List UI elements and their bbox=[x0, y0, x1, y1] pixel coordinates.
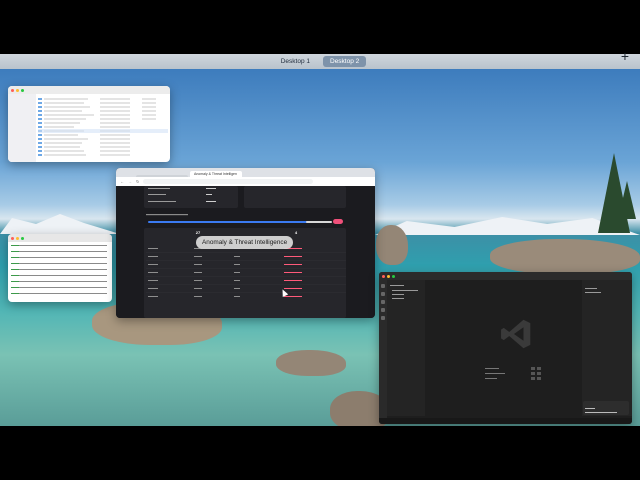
threshold-slider[interactable] bbox=[148, 221, 328, 223]
finder-sidebar bbox=[8, 94, 36, 162]
window-title-tooltip: Anomaly & Threat Intelligence bbox=[196, 236, 294, 249]
pine-tree-small bbox=[618, 181, 636, 219]
rock-center bbox=[276, 350, 346, 376]
spaces-bar: Desktop 1 Desktop 2 bbox=[0, 54, 640, 69]
vscode-logo-icon bbox=[501, 319, 531, 349]
vscode-window[interactable] bbox=[379, 272, 632, 424]
finder-titlebar[interactable] bbox=[8, 86, 170, 94]
forward-icon[interactable]: → bbox=[128, 179, 132, 184]
zoom-icon[interactable] bbox=[21, 88, 24, 92]
log-titlebar[interactable] bbox=[8, 234, 112, 242]
source-control-icon[interactable] bbox=[381, 300, 385, 304]
zoom-icon[interactable] bbox=[392, 274, 395, 278]
finder-file-list bbox=[36, 94, 170, 162]
close-icon[interactable] bbox=[382, 274, 385, 278]
stat-value: 4 bbox=[294, 230, 298, 235]
rock-far-right bbox=[490, 239, 640, 274]
stat-flagged: 27 bbox=[186, 230, 210, 235]
browser-tab-strip: Anomaly & Threat Intelligen bbox=[116, 168, 375, 177]
close-icon[interactable] bbox=[11, 88, 14, 92]
minimize-icon[interactable] bbox=[16, 88, 19, 92]
toast-rows-graphic bbox=[585, 408, 617, 413]
minimize-icon[interactable] bbox=[387, 274, 390, 278]
vscode-titlebar[interactable] bbox=[379, 272, 632, 280]
slider-value-badge[interactable] bbox=[333, 219, 343, 224]
zoom-icon[interactable] bbox=[21, 236, 24, 240]
status-bar bbox=[379, 418, 632, 424]
log-window[interactable] bbox=[8, 234, 112, 302]
metrics-panel bbox=[144, 186, 238, 208]
browser-tab[interactable] bbox=[136, 175, 188, 177]
explorer-icon[interactable] bbox=[381, 284, 385, 288]
minimize-icon[interactable] bbox=[16, 236, 19, 240]
reload-icon[interactable]: ↻ bbox=[136, 179, 139, 184]
file-rows-graphic bbox=[38, 98, 168, 156]
back-icon[interactable]: ← bbox=[120, 179, 124, 184]
browser-tab-active[interactable]: Anomaly & Threat Intelligen bbox=[190, 171, 242, 177]
explorer-rows-graphic bbox=[390, 285, 418, 299]
mountain-left bbox=[0, 214, 120, 234]
secondary-rows-graphic bbox=[585, 288, 601, 293]
dashboard-page: 27 4 bbox=[116, 186, 375, 318]
threshold-slider-rest bbox=[306, 221, 332, 223]
notification-toast[interactable] bbox=[583, 401, 629, 415]
secondary-sidebar bbox=[582, 280, 632, 416]
shortcut-rows-graphic bbox=[485, 367, 541, 380]
close-icon[interactable] bbox=[11, 236, 14, 240]
section-heading-graphic bbox=[146, 214, 188, 216]
add-space-button[interactable]: + bbox=[618, 49, 632, 64]
sidebar-item[interactable] bbox=[10, 140, 34, 146]
activity-bar bbox=[379, 280, 387, 424]
stat-value: 27 bbox=[195, 230, 201, 235]
finder-window[interactable] bbox=[8, 86, 170, 162]
metrics-rows-graphic bbox=[148, 188, 216, 202]
search-icon[interactable] bbox=[381, 292, 385, 296]
metrics-panel-right bbox=[244, 186, 346, 208]
extensions-icon[interactable] bbox=[381, 316, 385, 320]
welcome-shortcuts bbox=[485, 367, 545, 386]
space-desktop-1[interactable]: Desktop 1 bbox=[274, 56, 317, 67]
address-bar[interactable] bbox=[143, 179, 314, 184]
results-table-graphic bbox=[146, 248, 346, 297]
browser-toolbar: ← → ↻ bbox=[116, 177, 375, 186]
explorer-panel bbox=[387, 280, 425, 416]
log-lines-graphic bbox=[11, 245, 107, 294]
rock-right bbox=[376, 225, 408, 265]
screen: Desktop 1 Desktop 2 + Anomaly & Threat I… bbox=[0, 0, 640, 480]
space-desktop-2[interactable]: Desktop 2 bbox=[323, 56, 367, 67]
stat-threats: 4 bbox=[284, 230, 308, 235]
run-debug-icon[interactable] bbox=[381, 308, 385, 312]
